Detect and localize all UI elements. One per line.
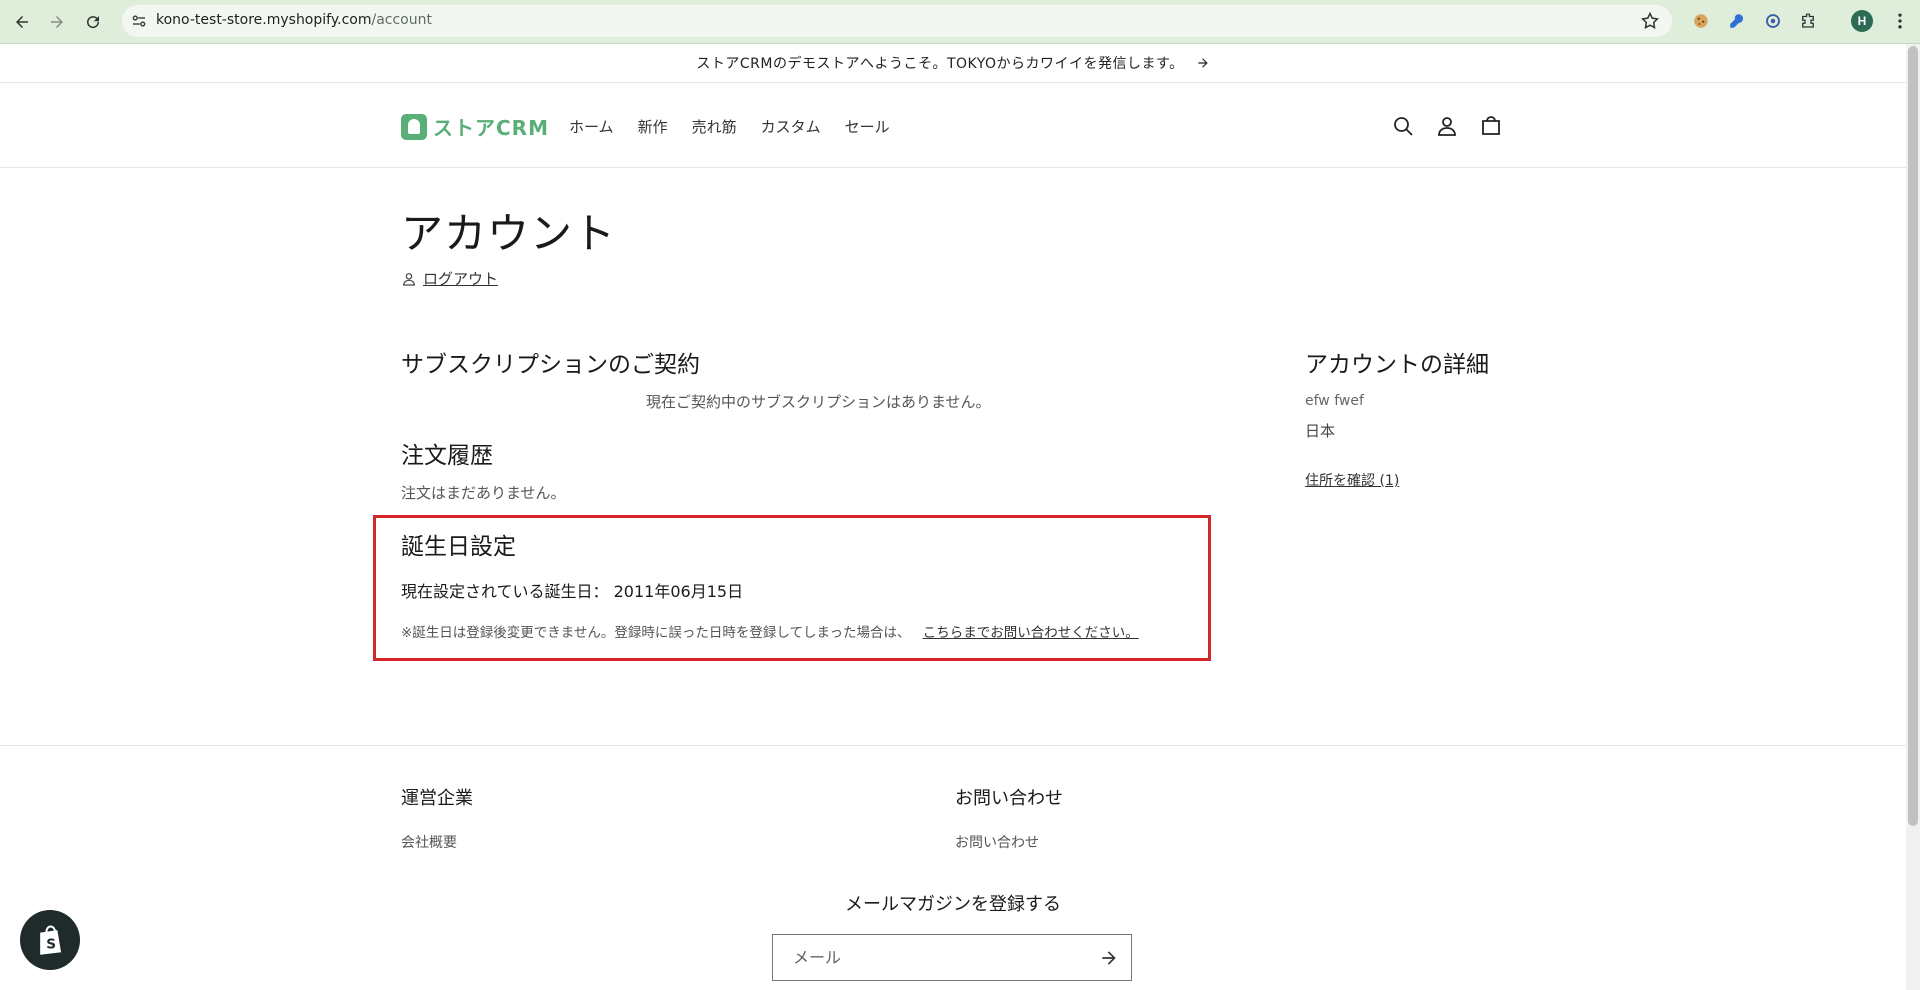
account-icon[interactable] <box>1435 114 1459 138</box>
shopify-bag-icon[interactable]: S <box>20 910 80 970</box>
nav-item-bestsellers[interactable]: 売れ筋 <box>692 116 737 137</box>
orders-title: 注文履歴 <box>401 443 493 469</box>
contact-link[interactable]: こちらまでお問い合わせください。 <box>923 625 1139 641</box>
footer-company-link[interactable]: 会社概要 <box>401 832 457 852</box>
birthday-current-label: 現在設定されている誕生日： <box>401 582 609 601</box>
forward-icon[interactable] <box>44 9 70 35</box>
bookmark-star-icon[interactable] <box>1640 11 1660 31</box>
announcement-bar[interactable]: ストアCRMのデモストアへようこそ。TOKYOからカワイイを発信します。 <box>0 44 1906 83</box>
url-text: kono-test-store.myshopify.com/account <box>156 12 432 28</box>
subscriptions-empty-text: 現在ご契約中のサブスクリプションはありません。 <box>646 393 991 411</box>
logout-label[interactable]: ログアウト <box>423 268 498 289</box>
wrench-extension-icon[interactable] <box>1726 10 1748 32</box>
arrow-right-icon <box>1197 58 1208 68</box>
lens-extension-icon[interactable] <box>1762 10 1784 32</box>
footer-contact-link[interactable]: お問い合わせ <box>955 832 1039 852</box>
orders-empty-text: 注文はまだありません。 <box>401 484 566 502</box>
url-path: /account <box>371 12 432 28</box>
main-nav: ホーム 新作 売れ筋 カスタム セール <box>569 116 890 137</box>
search-icon[interactable] <box>1391 114 1415 138</box>
logo-text: ストアCRM <box>433 116 549 140</box>
announcement-text: ストアCRMのデモストアへようこそ。TOKYOからカワイイを発信します。 <box>696 56 1184 72</box>
browser-menu-icon[interactable] <box>1890 11 1910 31</box>
birthday-note-text: ※誕生日は登録後変更できません。登録時に誤った日時を登録してしまった場合は、 <box>401 625 911 641</box>
customer-name: efw fwef <box>1305 393 1364 409</box>
account-details-title: アカウントの詳細 <box>1305 352 1489 378</box>
browser-toolbar: kono-test-store.myshopify.com/account H <box>0 0 1920 44</box>
profile-avatar[interactable]: H <box>1851 10 1873 32</box>
footer-contact-title: お問い合わせ <box>955 788 1063 809</box>
ghost-logo-icon <box>401 113 427 140</box>
site-header: ストアCRM ホーム 新作 売れ筋 カスタム セール <box>0 84 1906 168</box>
newsletter-email-input[interactable] <box>773 935 1093 980</box>
submit-arrow-icon[interactable] <box>1099 948 1119 968</box>
site-info-icon[interactable] <box>130 12 148 30</box>
nav-item-custom[interactable]: カスタム <box>761 116 821 137</box>
birthday-title: 誕生日設定 <box>401 534 516 560</box>
footer-company-title: 運営企業 <box>401 788 473 809</box>
page-title: アカウント <box>401 209 617 258</box>
nav-item-sale[interactable]: セール <box>845 116 890 137</box>
back-icon[interactable] <box>9 9 35 35</box>
birthday-current-value: 2011年06月15日 <box>613 582 744 601</box>
url-host: kono-test-store.myshopify.com <box>156 12 372 28</box>
address-bar[interactable]: kono-test-store.myshopify.com/account <box>122 5 1672 37</box>
svg-text:S: S <box>46 937 56 953</box>
user-icon <box>403 272 415 286</box>
logout-link[interactable]: ログアウト <box>401 268 498 289</box>
subscriptions-title: サブスクリプションのご契約 <box>401 352 700 378</box>
cookie-extension-icon[interactable] <box>1690 10 1712 32</box>
page-scrollbar[interactable] <box>1906 44 1920 990</box>
scrollbar-thumb[interactable] <box>1908 46 1918 826</box>
store-logo[interactable]: ストアCRM <box>401 112 549 141</box>
newsletter-title: メールマガジンを登録する <box>845 894 1061 915</box>
birthday-note: ※誕生日は登録後変更できません。登録時に誤った日時を登録してしまった場合は、 こ… <box>401 621 1139 641</box>
nav-item-new[interactable]: 新作 <box>638 116 668 137</box>
birthday-current: 現在設定されている誕生日： 2011年06月15日 <box>401 578 743 602</box>
nav-item-home[interactable]: ホーム <box>569 116 614 137</box>
site-footer: 運営企業 会社概要 お問い合わせ お問い合わせ メールマガジンを登録する <box>0 745 1906 990</box>
reload-icon[interactable] <box>80 9 106 35</box>
customer-country: 日本 <box>1305 422 1336 440</box>
cart-icon[interactable] <box>1479 114 1503 138</box>
newsletter-form <box>772 934 1132 981</box>
extensions-puzzle-icon[interactable] <box>1797 10 1819 32</box>
view-addresses-link[interactable]: 住所を確認 (1) <box>1305 470 1399 490</box>
